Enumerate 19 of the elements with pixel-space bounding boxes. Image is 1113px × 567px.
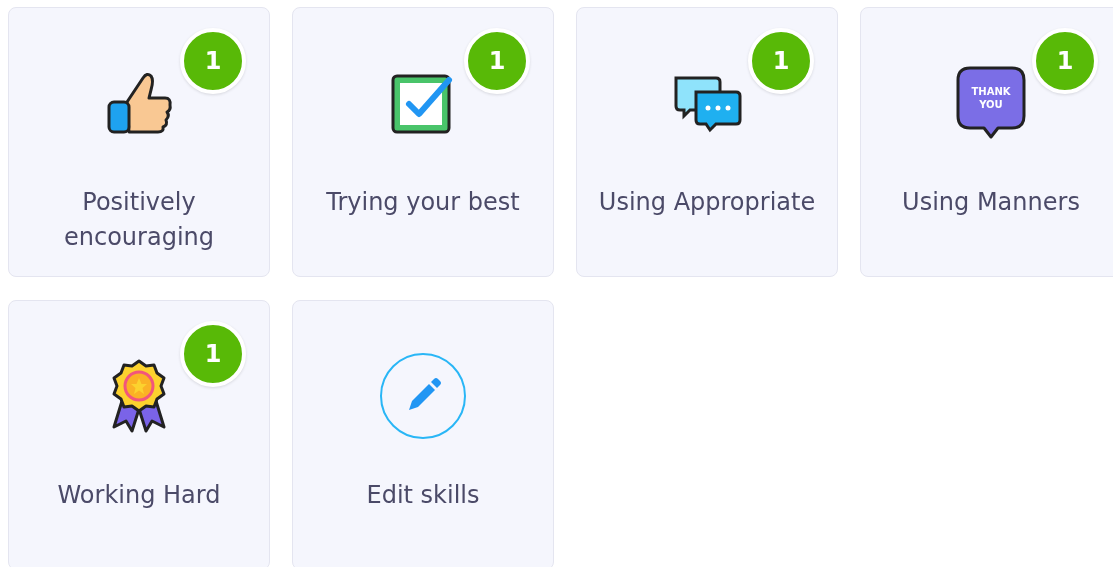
count-badge: 1 [464, 28, 530, 94]
skill-label: Trying your best [325, 187, 521, 218]
count-badge: 1 [180, 28, 246, 94]
count-badge: 1 [1032, 28, 1098, 94]
skill-card[interactable]: Positively encouraging 1 [8, 7, 270, 277]
count-badge: 1 [748, 28, 814, 94]
skill-card[interactable]: Working Hard 1 [8, 300, 270, 567]
icon-text: THANK YOU [970, 85, 1012, 112]
skill-card[interactable]: Using Appropriate 1 [576, 7, 838, 277]
skill-label: Using Appropriate [598, 187, 816, 218]
edit-skills-label: Edit skills [365, 480, 481, 511]
count-badge: 1 [180, 321, 246, 387]
skill-label: Working Hard [56, 480, 222, 511]
skill-label: Using Manners [901, 187, 1081, 218]
pencil-icon [378, 351, 468, 441]
edit-skills-card[interactable]: Edit skills [292, 300, 554, 567]
skill-card[interactable]: THANK YOU Using Manners 1 [860, 7, 1113, 277]
skill-label: Positively encouraging [63, 187, 215, 253]
skill-card[interactable]: Trying your best 1 [292, 7, 554, 277]
